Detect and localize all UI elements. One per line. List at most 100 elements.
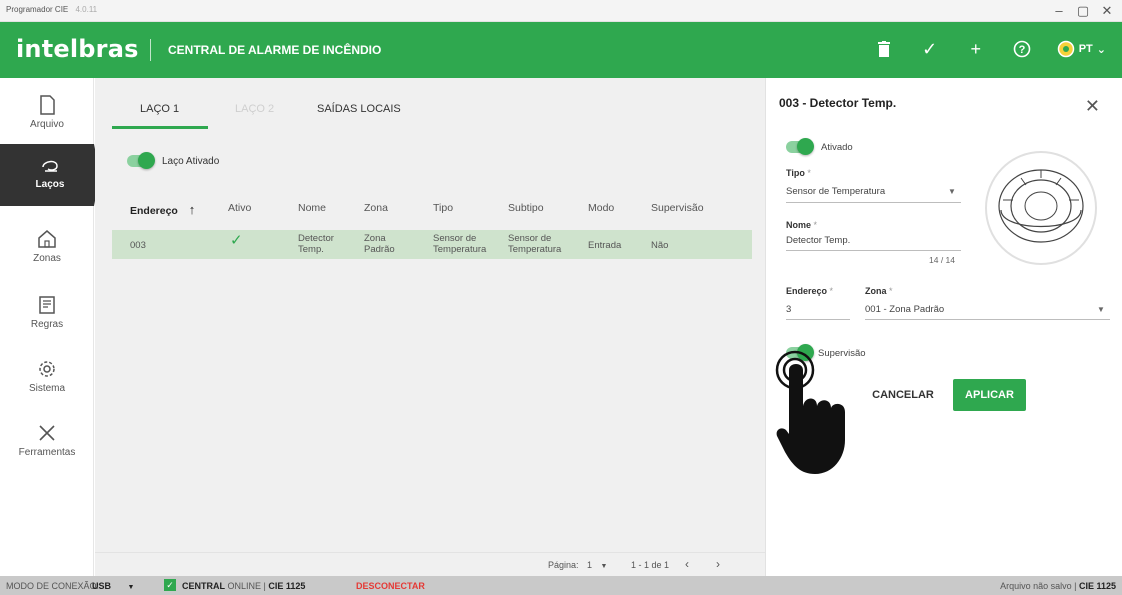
sidebar-item-label: Zonas (33, 253, 61, 264)
cancel-button[interactable]: CANCELAR (864, 379, 942, 411)
loop-active-toggle[interactable] (127, 152, 155, 169)
help-icon[interactable]: ? (1011, 38, 1033, 60)
column-header-ativo[interactable]: Ativo (228, 202, 251, 214)
sidebar-item-label: Ferramentas (18, 447, 76, 458)
column-label: Endereço (130, 205, 178, 217)
sidebar-item-ferramentas[interactable]: Ferramentas (0, 412, 94, 474)
add-icon[interactable]: + (965, 38, 987, 60)
app-header: intelbras CENTRAL DE ALARME DE INCÊNDIO … (0, 22, 1122, 78)
tipo-label: Tipo * (786, 168, 811, 178)
cell-subtipo: Sensor de Temperatura (508, 233, 562, 255)
sidebar-item-label: Regras (30, 319, 64, 330)
column-header-tipo[interactable]: Tipo (433, 202, 453, 214)
caret-down-icon: ▼ (600, 563, 608, 570)
minimize-button[interactable]: – (1050, 2, 1068, 20)
nome-char-counter: 14 / 14 (929, 255, 955, 265)
table-row[interactable]: 003 ✓ Detector Temp. Zona Padrão Sensor … (112, 230, 752, 259)
file-status: Arquivo não salvo | CIE 1125 (1000, 581, 1116, 591)
delete-icon[interactable] (873, 38, 895, 60)
tipo-select[interactable]: Sensor de Temperatura (786, 186, 885, 197)
header-divider (150, 39, 151, 61)
close-panel-button[interactable]: ✕ (1085, 96, 1100, 117)
chevron-down-icon: ⌄ (1096, 43, 1106, 56)
column-header-modo[interactable]: Modo (588, 202, 614, 214)
connection-mode-value: USB (92, 581, 112, 591)
pagination-bar: Página: 1 ▼ 1 - 1 de 1 ‹ › (95, 552, 765, 576)
header-title: CENTRAL DE ALARME DE INCÊNDIO (168, 43, 382, 57)
sidebar-item-label: Laços (35, 179, 65, 190)
tab-bar: LAÇO 1 LAÇO 2 SAÍDAS LOCAIS (95, 78, 765, 130)
prev-page-button[interactable]: ‹ (685, 557, 689, 571)
cell-supervisao: Não (651, 240, 669, 251)
sidebar-item-regras[interactable]: Regras (0, 284, 94, 346)
column-header-endereco[interactable]: Endereço ↑ (130, 202, 195, 217)
svg-text:?: ? (1018, 44, 1025, 56)
tab-saidas-locais[interactable]: SAÍDAS LOCAIS (317, 103, 401, 115)
zona-label: Zona * (865, 286, 893, 296)
gear-icon (39, 361, 55, 377)
cell-zona: Zona Padrão (364, 233, 395, 255)
sidebar-item-arquivo[interactable]: Arquivo (0, 84, 94, 146)
page-select[interactable]: 1 ▼ (587, 560, 607, 570)
sidebar-item-label: Sistema (28, 383, 66, 394)
column-header-subtipo[interactable]: Subtipo (508, 202, 544, 214)
zona-select[interactable]: 001 - Zona Padrão (865, 304, 944, 315)
device-active-toggle[interactable] (786, 138, 814, 155)
tab-laco-2: LAÇO 2 (235, 103, 275, 115)
app-version: 4.0.11 (75, 5, 98, 14)
tab-laco-1[interactable]: LAÇO 1 (140, 103, 179, 115)
disconnect-link[interactable]: DESCONECTAR (356, 581, 425, 591)
detail-panel: 003 - Detector Temp. ✕ Ativado Tipo * Se… (765, 78, 1122, 576)
language-selector[interactable]: PT ⌄ (1057, 40, 1106, 58)
tipo-underline (786, 202, 961, 203)
nome-label: Nome * (786, 220, 818, 230)
globe-icon (1057, 40, 1074, 58)
table-header: Endereço ↑ Ativo Nome Zona Tipo Subtipo … (112, 192, 762, 228)
page-number: 1 (587, 560, 593, 570)
window-title: Programador CIE 4.0.11 (6, 5, 97, 14)
file-state-label: Arquivo não salvo | (1000, 581, 1077, 591)
panel-title: 003 - Detector Temp. (779, 96, 897, 110)
active-tab-indicator (112, 126, 208, 129)
sort-ascending-icon: ↑ (188, 202, 196, 217)
endereco-label: Endereço * (786, 286, 834, 296)
devices-table: Endereço ↑ Ativo Nome Zona Tipo Subtipo … (112, 192, 762, 259)
loop-active-toggle-row: Laço Ativado (127, 152, 220, 169)
connection-status: CENTRAL ONLINE | CIE 1125 (182, 581, 305, 591)
tools-icon (39, 425, 55, 441)
sidebar-item-sistema[interactable]: Sistema (0, 348, 94, 410)
brand-logo: intelbras (16, 35, 139, 63)
caret-down-icon: ▼ (1097, 305, 1105, 314)
endereco-input[interactable]: 3 (786, 304, 791, 315)
apply-button[interactable]: APLICAR (953, 379, 1026, 411)
cell-nome: Detector Temp. (298, 233, 334, 255)
sidebar-item-label: Arquivo (30, 119, 64, 130)
online-check-icon: ✓ (164, 579, 176, 591)
check-icon[interactable]: ✓ (919, 38, 941, 60)
zona-underline (865, 319, 1110, 320)
column-header-zona[interactable]: Zona (364, 202, 388, 214)
caret-down-icon: ▼ (127, 584, 135, 591)
maximize-button[interactable]: ▢ (1074, 2, 1092, 20)
window-titlebar: Programador CIE 4.0.11 – ▢ ✕ (0, 0, 1122, 22)
sidebar: Arquivo Laços Zonas Regras Sistema Ferra… (0, 78, 100, 576)
next-page-button[interactable]: › (716, 557, 720, 571)
cell-modo: Entrada (588, 240, 622, 251)
page-label: Página: (548, 560, 579, 570)
nome-label-text: Nome (786, 220, 812, 230)
rules-icon (39, 296, 55, 314)
caret-down-icon: ▼ (948, 187, 956, 196)
column-header-supervisao[interactable]: Supervisão (651, 202, 704, 214)
endereco-underline (786, 319, 850, 320)
loop-icon (42, 160, 58, 172)
close-window-button[interactable]: ✕ (1098, 2, 1116, 20)
cell-tipo: Sensor de Temperatura (433, 233, 487, 255)
loop-active-label: Laço Ativado (162, 155, 220, 167)
file-icon (40, 95, 55, 115)
connection-mode-select[interactable]: USB ▼ (92, 581, 134, 591)
nome-input[interactable]: Detector Temp. (786, 235, 850, 246)
sidebar-item-zonas[interactable]: Zonas (0, 218, 94, 280)
app-name: Programador CIE (6, 5, 69, 14)
column-header-nome[interactable]: Nome (298, 202, 326, 214)
sidebar-item-lacos[interactable]: Laços (0, 144, 100, 206)
